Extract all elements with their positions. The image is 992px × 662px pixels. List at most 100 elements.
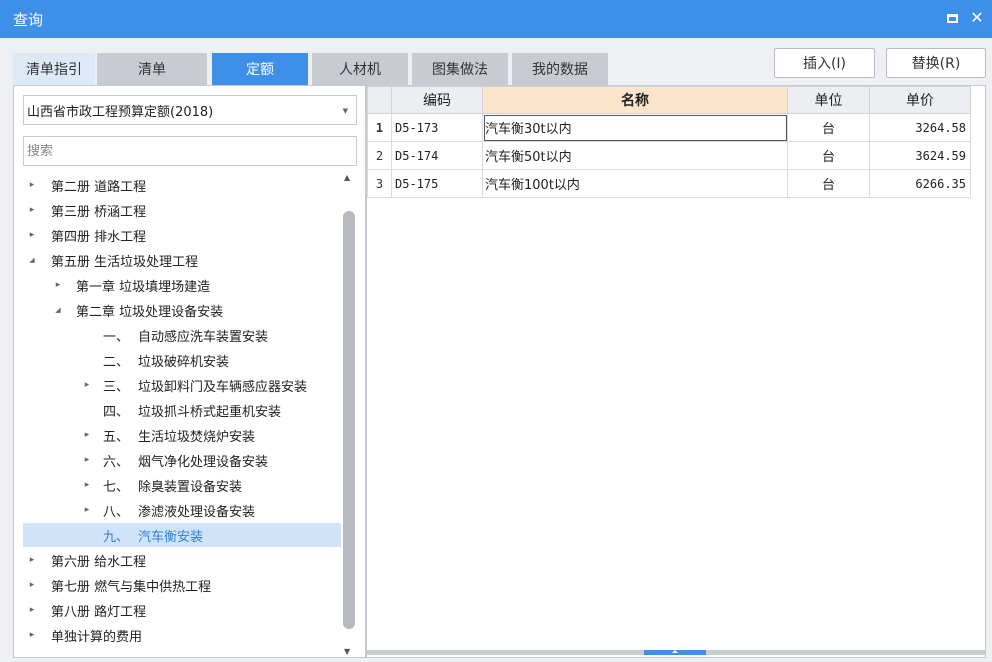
scroll-up-icon[interactable]: ▲ (344, 173, 350, 182)
cell-unit[interactable]: 台 (787, 169, 870, 198)
tree-node-number: 四、 (103, 405, 130, 420)
row-number[interactable]: 2 (367, 141, 392, 170)
tree-node-label: 汽车衡安装 (138, 530, 204, 545)
title-bar: 查询 ✕ (0, 0, 992, 38)
cell-price[interactable]: 3264.58 (869, 113, 971, 142)
scroll-down-icon[interactable]: ▼ (344, 647, 350, 656)
tree-node-volume-4[interactable]: ▸ 第四册 排水工程 (23, 223, 341, 247)
tree-node-number: 六、 (103, 455, 130, 470)
tree-node-volume-8[interactable]: ▸ 第八册 路灯工程 (23, 598, 341, 622)
tab-my-data[interactable]: 我的数据 (512, 53, 608, 85)
cell-price[interactable]: 6266.35 (869, 169, 971, 198)
tree-node-label: 第七册 燃气与集中供热工程 (51, 580, 212, 595)
tree-node-chapter-2[interactable]: ◢ 第二章 垃圾处理设备安装 (23, 298, 341, 322)
tree-node-label: 垃圾抓斗桥式起重机安装 (138, 405, 282, 420)
scrollbar-thumb[interactable] (343, 211, 355, 629)
row-number[interactable]: 1 (367, 113, 392, 142)
tree-node-section-7[interactable]: ▸ 七、 除臭装置设备安装 (23, 473, 341, 497)
tree-node-chapter-1[interactable]: ▸ 第一章 垃圾填埋场建造 (23, 273, 341, 297)
tree-node-volume-5[interactable]: ◢ 第五册 生活垃圾处理工程 (23, 248, 341, 272)
tree-node-volume-7[interactable]: ▸ 第七册 燃气与集中供热工程 (23, 573, 341, 597)
close-button[interactable]: ✕ (968, 9, 986, 27)
expand-arrow-icon[interactable]: ▸ (25, 202, 39, 218)
tree-node-volume-6[interactable]: ▸ 第六册 给水工程 (23, 548, 341, 572)
expand-arrow-icon[interactable]: ▸ (25, 227, 39, 243)
insert-button[interactable]: 插入(I) (774, 48, 875, 78)
tree-node-label: 第四册 排水工程 (51, 230, 147, 245)
cell-unit[interactable]: 台 (787, 113, 870, 142)
cell-price[interactable]: 3624.59 (869, 141, 971, 170)
tree-node-volume-2[interactable]: ▸ 第二册 道路工程 (23, 173, 341, 197)
tree-node-section-8[interactable]: ▸ 八、 渗滤液处理设备安装 (23, 498, 341, 522)
table-row[interactable]: 1 D5-173 汽车衡30t以内 台 3264.58 (367, 113, 971, 142)
column-header-unit[interactable]: 单位 (787, 86, 870, 114)
collapse-arrow-icon[interactable]: ◢ (51, 302, 65, 318)
tree-node-label: 第二册 道路工程 (51, 180, 147, 195)
column-header-code[interactable]: 编码 (391, 86, 483, 114)
tree-node-label: 垃圾卸料门及车辆感应器安装 (138, 380, 308, 395)
chevron-down-icon: ▼ (342, 107, 348, 115)
maximize-icon (946, 13, 958, 23)
tree-node-section-2[interactable]: 二、 垃圾破碎机安装 (23, 348, 341, 372)
tree-node-section-1[interactable]: 一、 自动感应洗车装置安装 (23, 323, 341, 347)
quota-result-panel: 编码 名称 单位 单价 1 D5-173 汽车衡30t以内 台 3264.58 … (366, 85, 986, 658)
tree-node-label: 第二章 垃圾处理设备安装 (76, 305, 224, 320)
collapse-arrow-icon[interactable]: ◢ (25, 252, 39, 268)
tree-node-separate-fees[interactable]: ▸ 单独计算的费用 (23, 623, 341, 647)
replace-button[interactable]: 替换(R) (886, 48, 986, 78)
tree-node-label: 第六册 给水工程 (51, 555, 147, 570)
expand-arrow-icon[interactable]: ▸ (25, 577, 39, 593)
tab-list[interactable]: 清单 (97, 53, 207, 85)
tree-node-volume-3[interactable]: ▸ 第三册 桥涵工程 (23, 198, 341, 222)
cell-name[interactable]: 汽车衡100t以内 (482, 169, 788, 198)
expand-arrow-icon[interactable]: ▸ (51, 277, 65, 293)
expand-arrow-icon[interactable]: ▸ (25, 177, 39, 193)
expand-arrow-icon[interactable]: ▸ (25, 602, 39, 618)
panel-splitter[interactable] (367, 650, 985, 655)
tab-atlas-method[interactable]: 图集做法 (412, 53, 508, 85)
tree-node-label: 第五册 生活垃圾处理工程 (51, 255, 199, 270)
tree-node-label: 生活垃圾焚烧炉安装 (138, 430, 256, 445)
row-number[interactable]: 3 (367, 169, 392, 198)
tree-node-section-9-selected[interactable]: 九、 汽车衡安装 (23, 523, 341, 547)
tree-node-section-6[interactable]: ▸ 六、 烟气净化处理设备安装 (23, 448, 341, 472)
cell-name[interactable]: 汽车衡50t以内 (482, 141, 788, 170)
tab-list-guide[interactable]: 清单指引 (13, 53, 95, 85)
cell-code[interactable]: D5-175 (391, 169, 483, 198)
expand-arrow-icon[interactable]: ▸ (80, 502, 94, 518)
table-row[interactable]: 2 D5-174 汽车衡50t以内 台 3624.59 (367, 141, 971, 170)
expand-arrow-icon[interactable]: ▸ (25, 627, 39, 643)
expand-arrow-icon[interactable]: ▸ (25, 552, 39, 568)
cell-name[interactable]: 汽车衡30t以内 (482, 113, 788, 142)
maximize-button[interactable] (943, 9, 961, 27)
table-row[interactable]: 3 D5-175 汽车衡100t以内 台 6266.35 (367, 169, 971, 198)
tree-node-section-4[interactable]: 四、 垃圾抓斗桥式起重机安装 (23, 398, 341, 422)
expand-arrow-icon[interactable]: ▸ (80, 477, 94, 493)
search-input[interactable] (23, 136, 357, 166)
tree-node-label: 除臭装置设备安装 (138, 480, 243, 495)
column-header-price[interactable]: 单价 (869, 86, 971, 114)
tree-node-number: 七、 (103, 480, 130, 495)
tree-node-label: 垃圾破碎机安装 (138, 355, 230, 370)
quota-tree: ▸ 第二册 道路工程 ▸ 第三册 桥涵工程 ▸ 第四册 排水工程 ◢ 第五册 生… (23, 173, 341, 653)
expand-arrow-icon[interactable]: ▸ (80, 427, 94, 443)
tab-labor-material-machine[interactable]: 人材机 (312, 53, 408, 85)
tree-node-number: 九、 (103, 530, 130, 545)
tree-node-section-5[interactable]: ▸ 五、 生活垃圾焚烧炉安装 (23, 423, 341, 447)
expand-arrow-icon[interactable]: ▸ (80, 452, 94, 468)
cell-unit[interactable]: 台 (787, 141, 870, 170)
expand-arrow-icon[interactable]: ▸ (80, 377, 94, 393)
column-header-name[interactable]: 名称 (482, 86, 788, 114)
tree-node-section-3[interactable]: ▸ 三、 垃圾卸料门及车辆感应器安装 (23, 373, 341, 397)
tree-node-label: 第三册 桥涵工程 (51, 205, 147, 220)
cell-code[interactable]: D5-174 (391, 141, 483, 170)
window-title: 查询 (13, 11, 44, 29)
cell-code[interactable]: D5-173 (391, 113, 483, 142)
tree-node-label: 第八册 路灯工程 (51, 605, 147, 620)
tree-scrollbar[interactable]: ▲ ▼ (341, 173, 357, 656)
quota-library-select[interactable]: 山西省市政工程预算定额(2018) ▼ (23, 95, 357, 125)
close-icon: ✕ (970, 8, 984, 27)
splitter-grip-icon[interactable] (644, 650, 706, 655)
tree-node-label: 烟气净化处理设备安装 (138, 455, 269, 470)
tab-quota[interactable]: 定额 (212, 53, 308, 85)
